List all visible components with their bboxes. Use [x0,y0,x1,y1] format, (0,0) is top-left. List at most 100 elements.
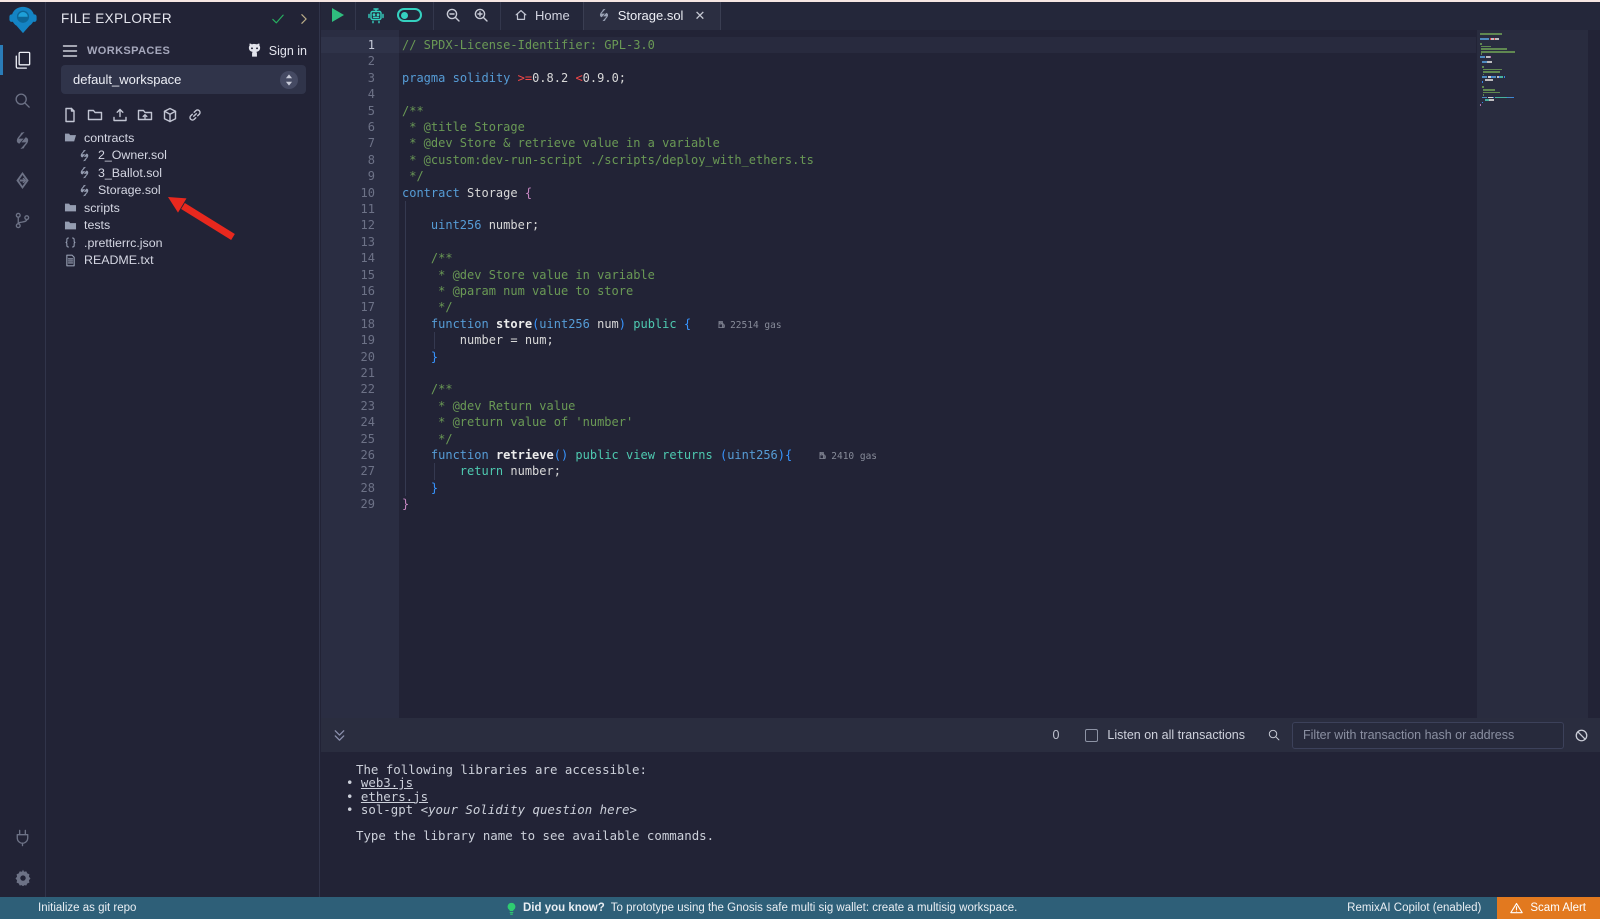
workspaces-menu-icon[interactable] [62,44,78,58]
did-you-know-tip: Did you know? To prototype using the Gno… [506,902,1017,915]
tab-close-icon[interactable]: ✕ [694,9,707,22]
rail-item-file-explorer[interactable] [0,40,46,80]
line-number: 3 [321,70,375,86]
line-number: 6 [321,119,375,135]
terminal-output[interactable]: The following libraries are accessible:•… [321,752,1600,897]
status-bar: Initialize as git repo Did you know? To … [0,897,1600,919]
line-number: 12 [321,217,375,233]
terminal: 0 Listen on all transactions The followi… [321,718,1600,897]
rail-item-settings[interactable] [0,857,46,897]
rail-item-remix-logo[interactable] [0,0,46,40]
folder-open-icon [64,131,77,144]
line-number: 17 [321,299,375,315]
indent-guide [434,332,435,348]
code-line-6: * @title Storage [402,119,525,135]
workspace-select[interactable]: default_workspace [61,65,306,94]
line-number: 25 [321,431,375,447]
tree-item-.prettierrc.json[interactable]: .prettierrc.json [47,234,319,252]
link-icon[interactable] [187,107,203,123]
terminal-line: • ethers.js [346,790,1600,803]
scam-alert-button[interactable]: Scam Alert [1497,897,1600,919]
ai-copilot-toggle[interactable] [397,8,422,22]
clear-console-icon[interactable] [1574,728,1589,743]
line-number: 29 [321,496,375,512]
ai-copilot-robot-icon[interactable] [367,6,385,24]
file-explorer-toolbar [62,107,203,123]
code-line-22: /** [402,381,453,397]
transaction-filter-input[interactable] [1292,722,1564,749]
terminal-header: 0 Listen on all transactions [321,718,1600,752]
rail-item-plugin-manager[interactable] [0,817,46,857]
code-line-3: pragma solidity >=0.8.2 <0.9.0; [402,70,626,86]
code-line-24: * @return value of 'number' [402,414,633,430]
git-icon [14,211,31,230]
indent-guide [405,201,406,496]
listen-all-transactions-checkbox[interactable] [1085,729,1098,742]
terminal-search-icon[interactable] [1267,728,1281,742]
tree-item-label: .prettierrc.json [84,236,163,250]
code-line-1: // SPDX-License-Identifier: GPL-3.0 [402,37,655,53]
tree-item-contracts[interactable]: contracts [47,129,319,147]
file-text-icon [64,254,77,267]
code-line-10: contract Storage { [402,185,532,201]
search-icon [13,91,32,110]
code-line-29: } [402,496,409,512]
cube-icon[interactable] [162,107,178,123]
tabs-holder: Home Storage.sol✕ [501,0,721,30]
tree-item-label: Storage.sol [98,183,161,197]
tab-home[interactable]: Home [501,0,583,30]
solidity-file-icon [78,184,91,197]
zoom-out-icon[interactable] [445,7,461,23]
code-line-17: */ [402,299,453,315]
json-icon [64,236,77,249]
rail-item-deploy-run[interactable] [0,160,46,200]
line-number: 28 [321,480,375,496]
tip-text: To prototype using the Gnosis safe multi… [611,902,1018,914]
rail-item-git[interactable] [0,200,46,240]
github-icon [246,43,263,58]
line-number: 5 [321,103,375,119]
rail-item-solidity-compiler[interactable] [0,120,46,160]
code-editor[interactable]: 1234567891011121314151617181920212223242… [321,30,1600,718]
upload-folder-icon[interactable] [137,107,153,123]
deploy-run-icon [14,171,31,190]
zoom-in-icon[interactable] [473,7,489,23]
chevron-right-icon[interactable] [299,13,309,25]
minimap-code [1480,33,1585,107]
tree-item-scripts[interactable]: scripts [47,199,319,217]
new-folder-icon[interactable] [87,107,103,123]
new-file-icon[interactable] [62,107,78,123]
plugin-manager-icon [13,828,32,847]
copilot-status[interactable]: RemixAI Copilot (enabled) [1347,902,1481,914]
icon-rail [0,0,46,897]
editor-gutter: 1234567891011121314151617181920212223242… [321,30,399,718]
tree-item-label: 2_Owner.sol [98,148,167,162]
line-number: 23 [321,398,375,414]
tree-item-readme.txt[interactable]: README.txt [47,252,319,270]
warning-triangle-icon [1510,902,1523,914]
code-line-20: } [402,349,438,365]
line-number: 22 [321,381,375,397]
tree-item-2_owner.sol[interactable]: 2_Owner.sol [47,147,319,165]
upload-file-icon[interactable] [112,107,128,123]
sign-in-button[interactable]: Sign in [246,43,307,58]
tree-item-3_ballot.sol[interactable]: 3_Ballot.sol [47,164,319,182]
terminal-lines: The following libraries are accessible:•… [346,763,1600,843]
workspaces-row: WORKSPACES Sign in [62,43,307,58]
tree-item-storage.sol[interactable]: Storage.sol [47,182,319,200]
tab-storage-sol[interactable]: Storage.sol✕ [583,0,722,30]
git-init-status[interactable]: Initialize as git repo [38,902,136,914]
run-script-button[interactable] [332,8,344,22]
code-line-26: function retrieve() public view returns … [402,447,877,463]
tree-item-tests[interactable]: tests [47,217,319,235]
check-icon [271,13,285,25]
tab-label: Home [535,8,570,23]
rail-item-search[interactable] [0,80,46,120]
editor-minimap[interactable] [1477,30,1588,718]
line-number: 11 [321,201,375,217]
line-number: 18 [321,316,375,332]
code-line-14: /** [402,250,453,266]
run-group [321,0,356,30]
terminal-expand-icon[interactable] [332,728,347,743]
remix-logo-icon [8,5,38,35]
